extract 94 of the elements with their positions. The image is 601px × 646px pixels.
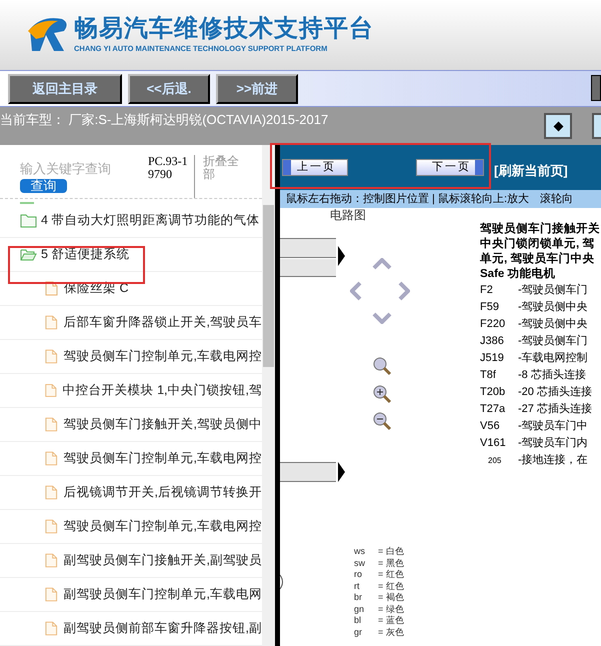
zoom-out-icon[interactable] [372, 411, 392, 431]
component-description: -接地连接，在 [518, 452, 588, 468]
wire-color-name: = 红色 [378, 580, 404, 592]
tree-document-item[interactable]: 驾驶员侧车门控制单元,车载电网控 [64, 517, 262, 536]
document-icon [43, 485, 60, 500]
document-icon [43, 383, 59, 398]
document-icon [43, 315, 60, 330]
refresh-link[interactable]: [刷新当前页] [494, 160, 568, 180]
wire-color-code: br [354, 591, 364, 604]
pan-up-icon[interactable] [372, 258, 392, 270]
triangle-marker-icon [338, 462, 345, 482]
pan-down-icon[interactable] [372, 312, 392, 324]
wire-color-code: gn [354, 602, 366, 616]
diagram-bar [280, 238, 336, 258]
wire-color-code: sw [354, 556, 366, 570]
wire-color-code: ro [354, 568, 364, 581]
document-icon [43, 519, 60, 534]
tree-document-item[interactable]: 驾驶员侧车门接触开关,驾驶员侧中 [64, 415, 262, 434]
component-description: -27 芯插头连接 [518, 402, 592, 418]
heading-line: Safe 功能电机 [480, 267, 556, 282]
zoom-in-icon[interactable] [372, 384, 392, 404]
component-code: T27a [480, 402, 506, 418]
tree-document-item[interactable]: 后部车窗升降器锁止开关,驾驶员车 [64, 313, 262, 332]
magnifier-icon[interactable] [372, 356, 392, 376]
component-code: F220 [480, 317, 506, 332]
component-code: F59 [480, 300, 500, 316]
document-icon [43, 553, 60, 568]
triangle-marker-icon [338, 246, 345, 266]
component-description: -驾驶员车门内 [518, 436, 588, 452]
document-icon [43, 587, 60, 602]
document-icon [43, 621, 60, 636]
tree-document-item[interactable]: 副驾驶员侧车门接触开关,副驾驶员 [64, 551, 262, 570]
document-icon [43, 451, 60, 466]
pan-right-icon[interactable] [398, 281, 410, 301]
tree-document-item[interactable]: 副驾驶员侧车门控制单元,车载电网 [64, 585, 262, 604]
tree-document-item[interactable]: 驾驶员侧车门控制单元,车载电网控 [64, 347, 262, 366]
search-field[interactable]: 输入关键字查询 [20, 159, 140, 178]
wire-color-name: = 褐色 [378, 591, 404, 604]
tree-folder-item[interactable]: 4 带自动大灯照明距离调节功能的气体 [41, 211, 260, 230]
component-code: T8f [480, 368, 497, 384]
wire-color-code: ws [354, 545, 366, 558]
component-description: -车载电网控制 [518, 351, 588, 366]
hint-bar: 鼠标左右拖动：控制图片位置 | 鼠标滚轮向上:放大 滚轮向 [280, 190, 601, 208]
wire-color-name: = 红色 [378, 568, 404, 581]
heading-line: 中央门锁闭锁单元, 驾 [480, 237, 596, 252]
part-number: PC.93-19790 [148, 155, 195, 198]
toolbar-button[interactable] [591, 75, 601, 101]
previous-page-button[interactable]: 上一页 [282, 159, 348, 176]
wire-color-code: gr [354, 626, 364, 639]
wire-color-code: bl [354, 614, 362, 627]
component-description: -驾驶员侧车门 [518, 282, 588, 298]
wire-color-name: = 绿色 [378, 602, 404, 616]
search-button[interactable]: 查询 [20, 178, 67, 192]
scrollbar-thumb[interactable] [263, 205, 274, 367]
tree-folder-item[interactable]: 5 舒适便捷系统 [41, 245, 130, 264]
nav-button[interactable]: >>前进 [216, 74, 298, 104]
component-code: V56 [480, 419, 501, 434]
wire-color-name: = 蓝色 [378, 614, 404, 627]
tree-document-item[interactable]: 驾驶员侧车门控制单元,车载电网控 [64, 449, 262, 468]
diagram-bar [280, 259, 336, 277]
tree-document-item[interactable]: 副驾驶员侧前部车窗升降器按钮,副 [64, 619, 262, 638]
wire-color-name: = 黑色 [378, 556, 404, 570]
component-description: -驾驶员车门中 [518, 418, 588, 434]
document-icon [43, 417, 60, 432]
document-icon [43, 349, 60, 364]
arc-mark-icon [280, 574, 285, 590]
wire-color-name: = 白色 [378, 545, 404, 558]
diagram-bar [280, 462, 336, 482]
component-description: -8 芯插头连接 [518, 368, 586, 384]
next-page-button[interactable]: 下一页 [416, 159, 484, 176]
wire-color-name: = 灰色 [378, 626, 404, 638]
app-title: 畅易汽车维修技术支持平台 [74, 15, 374, 44]
toggle-button[interactable] [544, 113, 572, 139]
component-code: V161 [480, 436, 507, 452]
diagram-title: 电路图 [330, 208, 366, 222]
pan-left-icon[interactable] [350, 281, 362, 301]
heading-line: 驾驶员侧车门接触开关 [480, 222, 600, 237]
component-code: J386 [480, 334, 505, 350]
component-description: -驾驶员侧中央 [518, 317, 588, 332]
component-code: J519 [480, 351, 505, 366]
current-model-text: 当前车型： 厂家:S-上海斯柯达明锐(OCTAVIA)2015-2017 [0, 111, 328, 129]
wire-color-code: rt [354, 580, 360, 592]
component-code: F2 [480, 283, 494, 298]
component-description: -20 芯插头连接 [518, 384, 592, 400]
toolbar-button[interactable] [592, 113, 601, 139]
nav-button[interactable]: <<后退. [128, 74, 210, 104]
component-code: 205 [487, 454, 502, 466]
component-code: T20b [480, 385, 506, 400]
component-description: -驾驶员侧车门 [518, 334, 588, 350]
tree-document-item[interactable]: 后视镜调节开关,后视镜调节转换开 [64, 483, 262, 502]
component-description: -驾驶员侧中央 [518, 300, 588, 316]
tree-document-item[interactable]: 中控台开关模块 1,中央门锁按钮,驾 [62, 381, 262, 400]
heading-line: 单元, 驾驶员车门中央 [480, 252, 596, 267]
nav-button[interactable]: 返回主目录 [8, 74, 122, 104]
